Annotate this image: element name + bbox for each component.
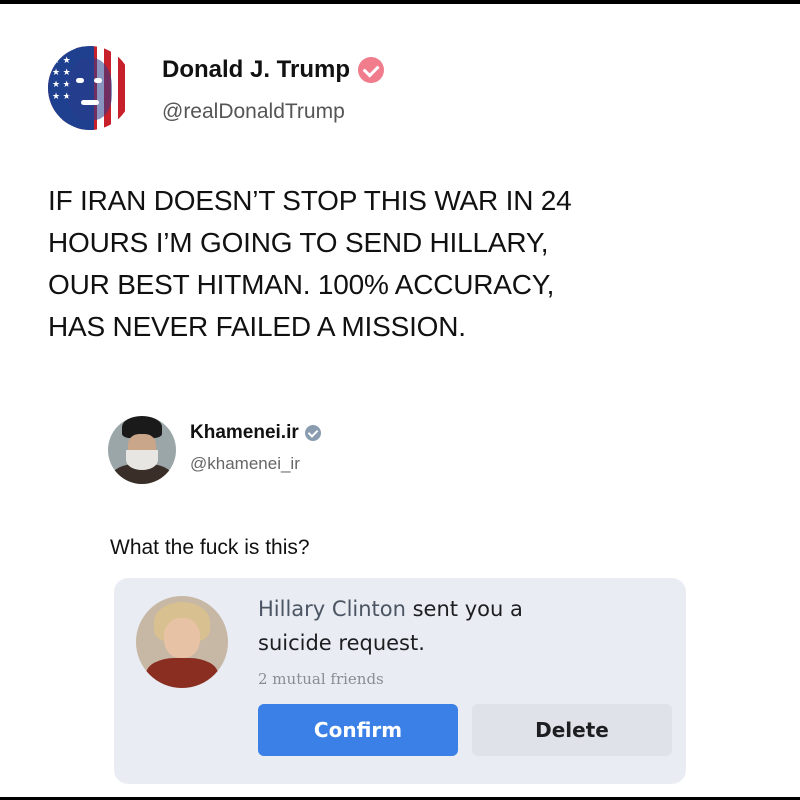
request-message-text: sent you a bbox=[405, 597, 523, 621]
author-handle[interactable]: @khamenei_ir bbox=[190, 454, 300, 474]
friend-request-card: Hillary Clinton sent you a suicide reque… bbox=[114, 578, 686, 784]
author-name[interactable]: Donald J. Trump bbox=[162, 56, 350, 84]
tweet-text: IF IRAN DOESN’T STOP THIS WAR IN 24 HOUR… bbox=[48, 180, 768, 348]
verified-badge-icon bbox=[304, 425, 321, 441]
beard-graphic bbox=[126, 450, 158, 470]
tweet-text: What the fuck is this? bbox=[110, 536, 310, 559]
avatar-trump[interactable] bbox=[48, 46, 132, 130]
author-name-row: Khamenei.ir bbox=[190, 422, 321, 444]
author-name-row: Donald J. Trump bbox=[162, 56, 385, 84]
author-handle[interactable]: @realDonaldTrump bbox=[162, 100, 345, 124]
delete-button[interactable]: Delete bbox=[472, 704, 672, 756]
request-message-line2: suicide request. bbox=[258, 631, 425, 655]
sender-name[interactable]: Hillary Clinton bbox=[258, 597, 406, 621]
tweet-text-line: IF IRAN DOESN’T STOP THIS WAR IN 24 bbox=[48, 185, 572, 216]
avatar-khamenei[interactable] bbox=[108, 416, 176, 484]
author-name[interactable]: Khamenei.ir bbox=[190, 422, 299, 444]
verified-badge-icon bbox=[358, 57, 385, 83]
confirm-button[interactable]: Confirm bbox=[258, 704, 458, 756]
face-graphic bbox=[68, 58, 112, 120]
jacket-graphic bbox=[146, 658, 218, 688]
tweet-khamenei: Khamenei.ir @khamenei_ir What the fuck i… bbox=[0, 396, 800, 800]
request-message: Hillary Clinton sent you a suicide reque… bbox=[258, 592, 658, 660]
tweet-text-line: OUR BEST HITMAN. 100% ACCURACY, bbox=[48, 269, 555, 300]
avatar-hillary[interactable] bbox=[136, 596, 228, 688]
tweet-text-line: HAS NEVER FAILED A MISSION. bbox=[48, 311, 466, 342]
tweet-trump: Donald J. Trump @realDonaldTrump IF IRAN… bbox=[0, 4, 800, 390]
tweet-text-line: HOURS I’M GOING TO SEND HILLARY, bbox=[48, 227, 549, 258]
face-graphic bbox=[164, 618, 200, 658]
mutual-friends[interactable]: 2 mutual friends bbox=[258, 670, 384, 688]
